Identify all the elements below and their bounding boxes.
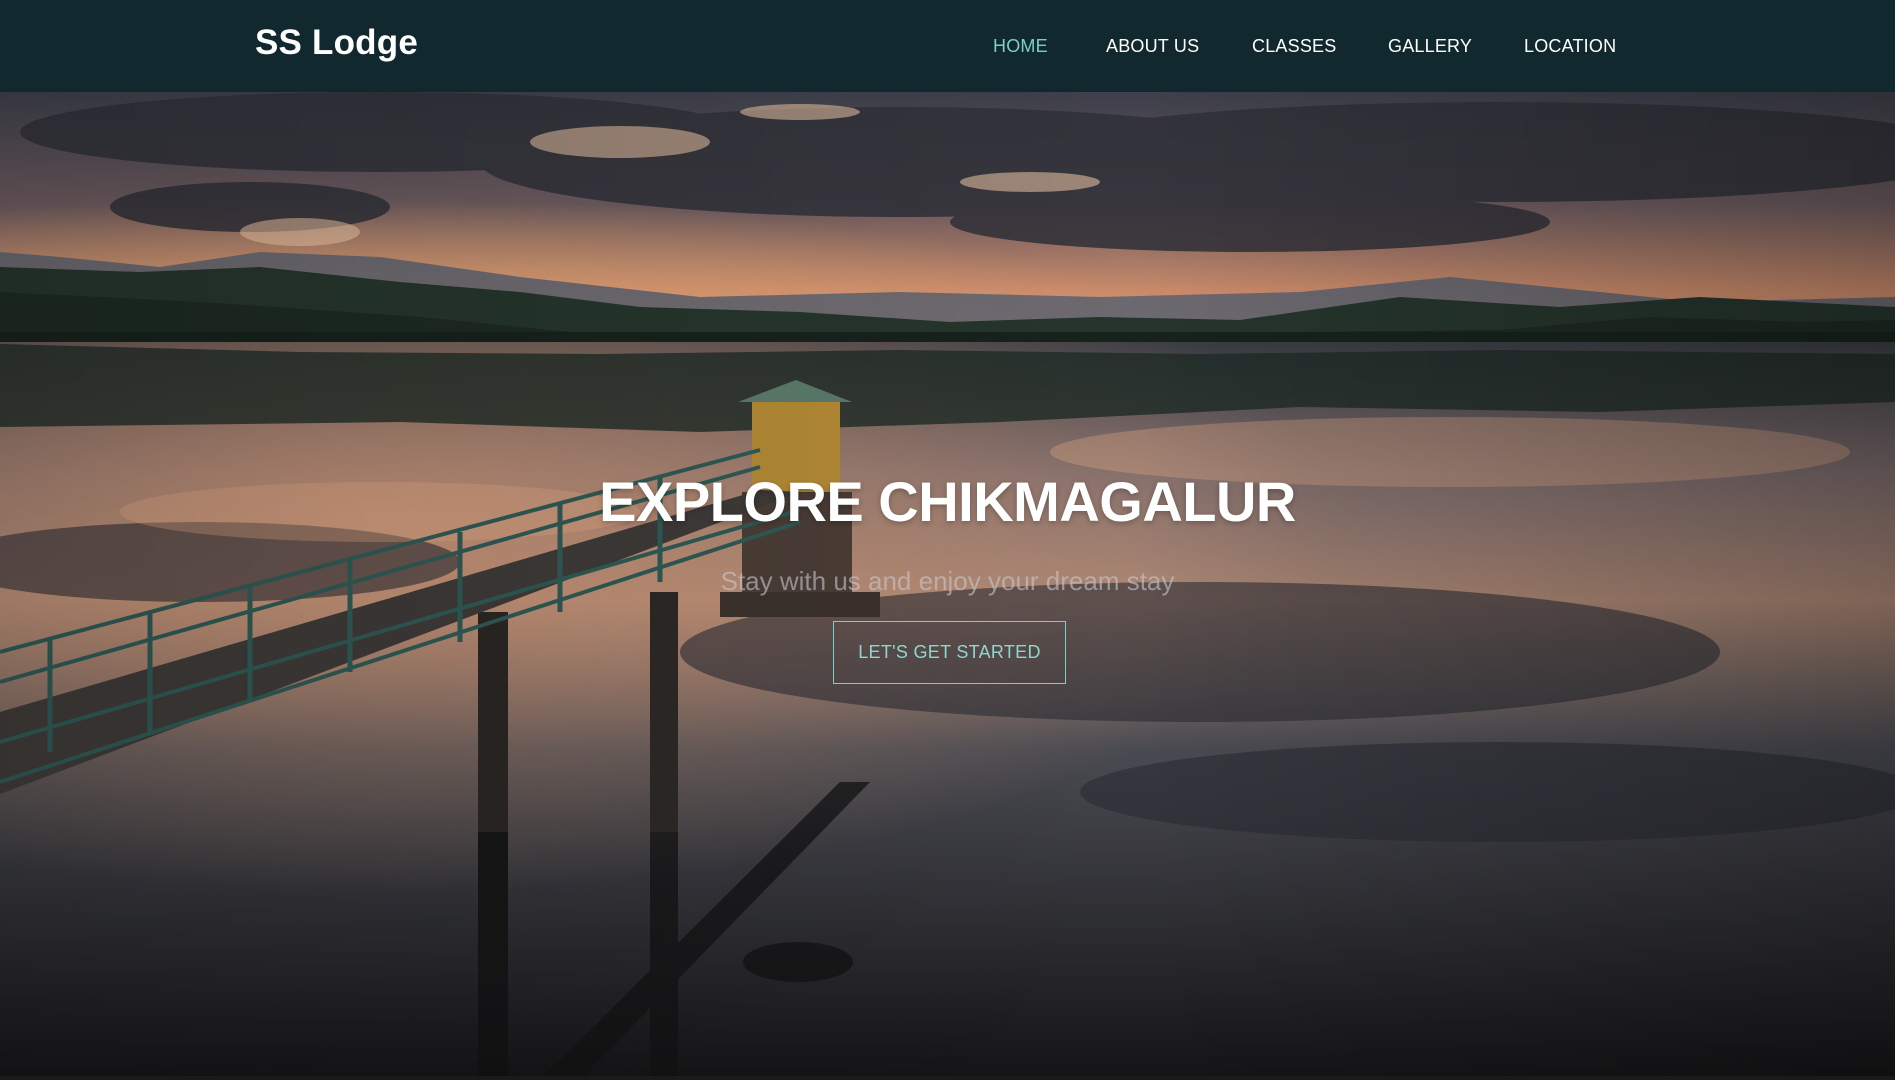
get-started-button[interactable]: LET'S GET STARTED: [833, 621, 1066, 684]
hero-subtitle: Stay with us and enjoy your dream stay: [720, 566, 1175, 596]
nav-about-us[interactable]: ABOUT US: [1106, 36, 1199, 57]
hero-section: EXPLORE CHIKMAGALUR Stay with us and enj…: [0, 92, 1895, 1080]
brand-logo[interactable]: SS Lodge: [255, 23, 418, 63]
nav-home[interactable]: HOME: [993, 36, 1048, 57]
bottom-edge: [0, 1076, 1895, 1080]
navbar: SS Lodge HOME ABOUT US CLASSES GALLERY L…: [0, 0, 1895, 92]
nav-location[interactable]: LOCATION: [1524, 36, 1616, 57]
nav-gallery[interactable]: GALLERY: [1388, 36, 1472, 57]
hero-title: EXPLORE CHIKMAGALUR: [599, 470, 1296, 533]
nav-classes[interactable]: CLASSES: [1252, 36, 1336, 57]
